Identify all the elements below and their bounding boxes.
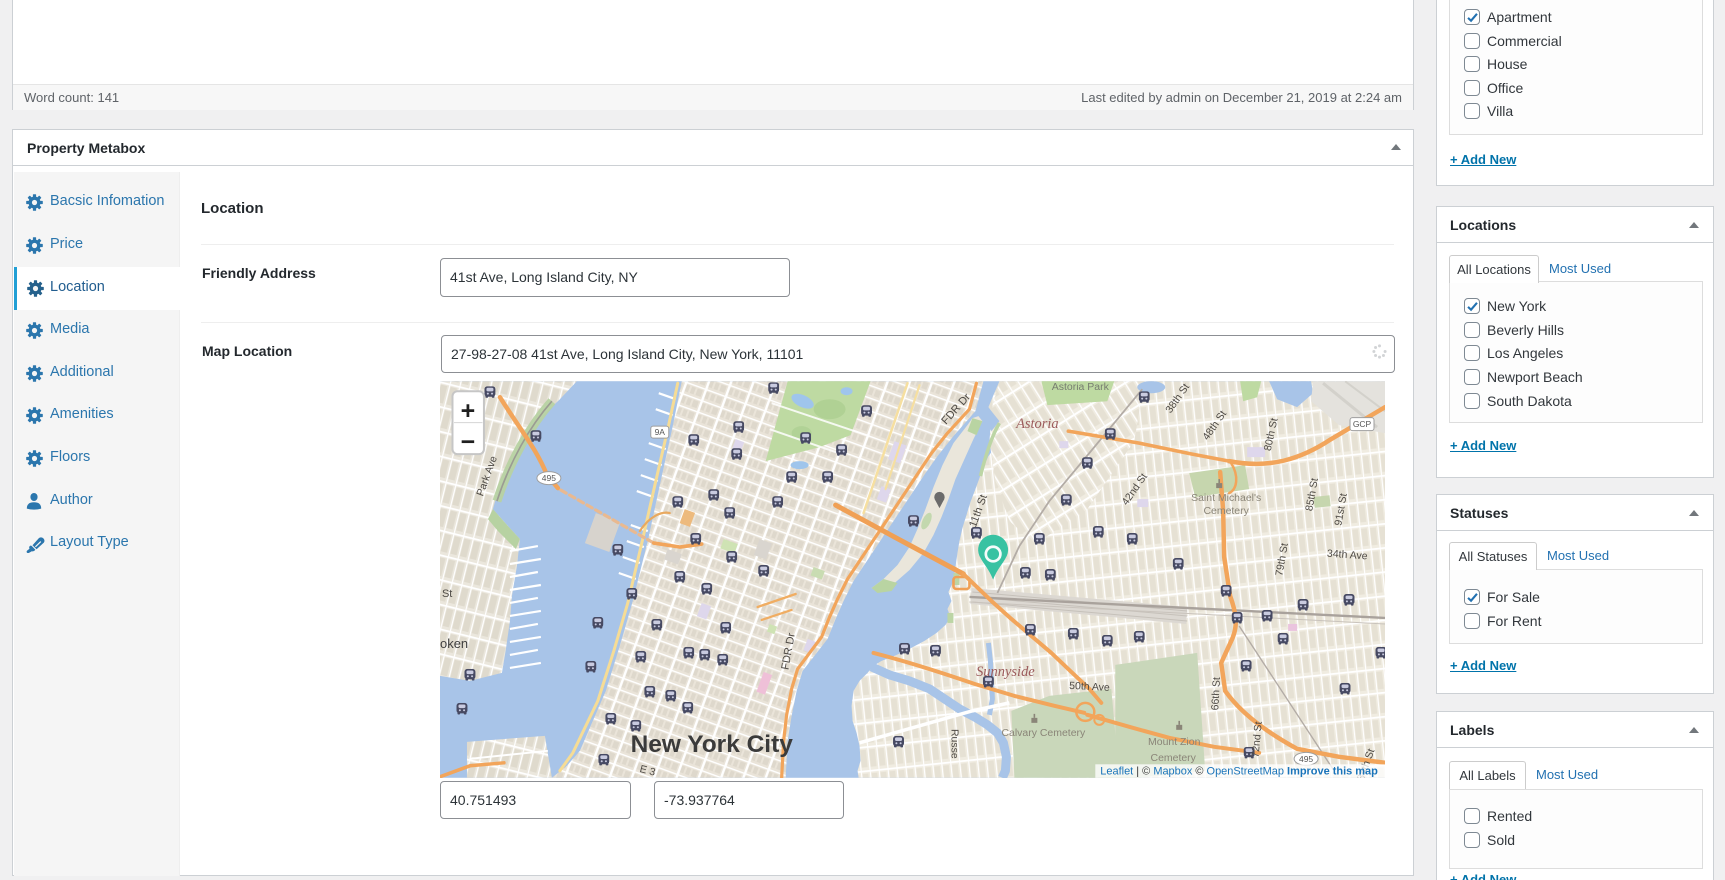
svg-text:−: − — [461, 428, 476, 456]
svg-text:Cemetery: Cemetery — [1203, 506, 1249, 517]
svg-text:Saint Michael's: Saint Michael's — [1191, 493, 1261, 504]
svg-text:Astoria: Astoria — [1015, 416, 1059, 432]
svg-text:Calvary Cemetery: Calvary Cemetery — [1001, 728, 1086, 739]
svg-text:Russe: Russe — [948, 729, 959, 759]
svg-text:Mount Zion: Mount Zion — [1148, 737, 1201, 748]
svg-text:+: + — [461, 397, 476, 425]
svg-text:495: 495 — [1299, 754, 1313, 764]
svg-text:oken: oken — [440, 636, 468, 651]
svg-text:50th Ave: 50th Ave — [1069, 681, 1110, 694]
svg-text:St: St — [442, 588, 452, 600]
svg-text:New York City: New York City — [631, 731, 794, 758]
svg-text:Leaflet | © Mapbox © OpenStree: Leaflet | © Mapbox © OpenStreetMap Impro… — [1100, 766, 1378, 778]
svg-text:66th St: 66th St — [1210, 677, 1223, 711]
svg-text:Cemetery: Cemetery — [1151, 753, 1197, 764]
svg-text:9A: 9A — [655, 427, 666, 437]
svg-text:Sunnyside: Sunnyside — [976, 664, 1035, 680]
svg-text:GCP: GCP — [1353, 419, 1372, 429]
svg-text:495: 495 — [542, 473, 556, 483]
svg-text:Astoria Park: Astoria Park — [1052, 382, 1110, 393]
